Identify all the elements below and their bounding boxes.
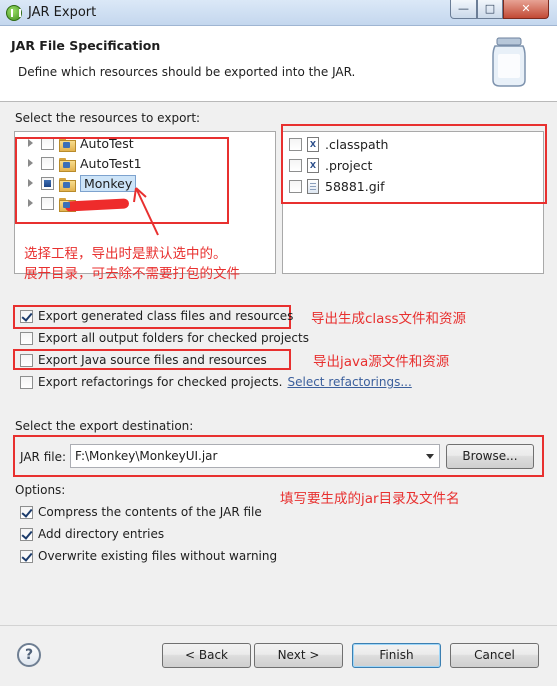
annotation-tree-line2: 展开目录，可去除不需要打包的文件 — [24, 266, 240, 282]
resources-label: Select the resources to export: — [15, 111, 201, 125]
export-java-source-checkbox[interactable] — [20, 353, 33, 367]
jar-file-value: F:\Monkey\MonkeyUI.jar — [75, 449, 218, 463]
compress-label: Compress the contents of the JAR file — [38, 505, 262, 519]
cancel-button[interactable]: Cancel — [450, 643, 539, 668]
jar-file-combobox[interactable]: F:\Monkey\MonkeyUI.jar — [70, 444, 440, 468]
options-label: Options: — [15, 483, 66, 497]
annotation-box-files — [281, 124, 547, 204]
directory-entries-checkbox[interactable] — [20, 527, 33, 541]
overwrite-option[interactable]: Overwrite existing files without warning — [20, 549, 277, 563]
chevron-down-icon[interactable] — [426, 454, 434, 459]
destination-label: Select the export destination: — [15, 419, 194, 433]
export-class-checkbox[interactable] — [20, 309, 33, 323]
close-button[interactable]: ✕ — [503, 0, 549, 19]
export-refactorings-label: Export refactorings for checked projects… — [38, 375, 283, 389]
annotation-tree-line1: 选择工程，导出时是默认选中的。 — [24, 246, 227, 262]
next-button[interactable]: Next > — [254, 643, 343, 668]
page-title: JAR File Specification — [11, 38, 161, 53]
jar-file-label: JAR file: — [20, 450, 67, 464]
export-refactorings-checkbox[interactable] — [20, 375, 33, 389]
overwrite-label: Overwrite existing files without warning — [38, 549, 278, 563]
overwrite-checkbox[interactable] — [20, 549, 33, 563]
annotation-jar-note: 填写要生成的jar目录及文件名 — [280, 491, 460, 507]
compress-checkbox[interactable] — [20, 505, 33, 519]
annotation-java-note: 导出java源文件和资源 — [313, 354, 450, 370]
maximize-button[interactable]: □ — [477, 0, 503, 19]
directory-entries-label: Add directory entries — [38, 527, 165, 541]
help-icon[interactable]: ? — [17, 643, 41, 667]
annotation-arrow-icon — [133, 187, 159, 236]
footer-divider — [0, 625, 557, 626]
title-bar: JAR Export — □ ✕ — [0, 0, 557, 26]
export-refactorings-option[interactable]: Export refactorings for checked projects… — [20, 375, 412, 389]
minimize-button[interactable]: — — [450, 0, 477, 19]
annotation-class-note: 导出生成class文件和资源 — [311, 311, 467, 327]
page-description: Define which resources should be exporte… — [18, 65, 356, 79]
compress-option[interactable]: Compress the contents of the JAR file — [20, 505, 262, 519]
annotation-box-tree — [15, 137, 229, 224]
export-class-option[interactable]: Export generated class files and resourc… — [20, 309, 293, 323]
window-title: JAR Export — [28, 5, 97, 20]
export-output-folders-label: Export all output folders for checked pr… — [38, 331, 309, 345]
jar-export-window: JAR Export — □ ✕ JAR File Specification … — [0, 0, 557, 686]
wizard-header: JAR File Specification Define which reso… — [0, 26, 557, 102]
jar-icon — [492, 37, 526, 87]
export-class-label: Export generated class files and resourc… — [38, 309, 294, 323]
export-java-source-label: Export Java source files and resources — [38, 353, 267, 367]
browse-button[interactable]: Browse... — [446, 444, 534, 469]
export-output-folders-option[interactable]: Export all output folders for checked pr… — [20, 331, 309, 345]
finish-button[interactable]: Finish — [352, 643, 441, 668]
export-output-folders-checkbox[interactable] — [20, 331, 33, 345]
back-button[interactable]: < Back — [162, 643, 251, 668]
export-java-source-option[interactable]: Export Java source files and resources — [20, 353, 267, 367]
eclipse-export-icon — [6, 5, 22, 21]
directory-entries-option[interactable]: Add directory entries — [20, 527, 164, 541]
select-refactorings-link[interactable]: Select refactorings... — [287, 375, 411, 389]
